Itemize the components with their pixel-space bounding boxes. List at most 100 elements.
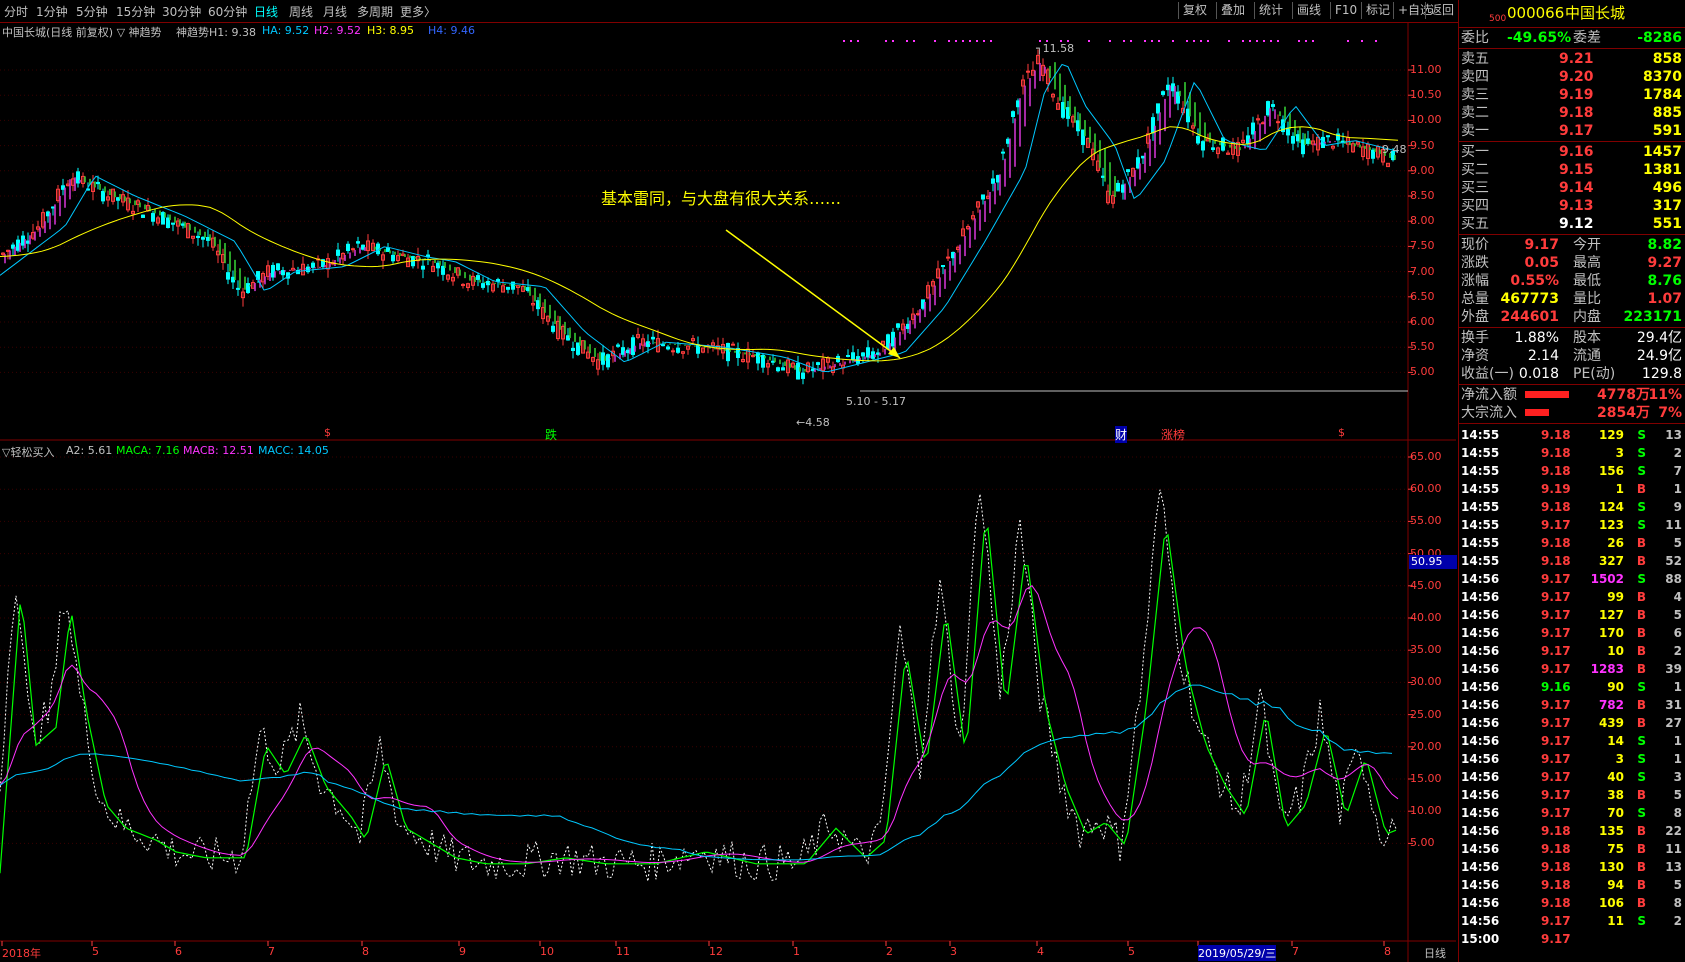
tick-row: 14:56 9.18 130 B 13 — [1459, 858, 1685, 876]
marker-fall[interactable]: 跌 — [545, 426, 557, 443]
tick-time: 14:56 — [1461, 626, 1500, 640]
legend-maca: MACA: 7.16 — [116, 444, 180, 457]
tick-volume: 123 — [1598, 518, 1624, 532]
tick-side: S — [1637, 500, 1646, 514]
stat-label-2: 量比 — [1573, 291, 1601, 307]
candle-body — [1126, 169, 1130, 173]
overlay-button[interactable]: 叠加 — [1216, 2, 1249, 19]
sell-level-label: 卖二 — [1461, 105, 1489, 121]
restore-rights-button[interactable]: 复权 — [1178, 2, 1211, 19]
period-tab-more[interactable]: 更多〉 — [400, 3, 436, 20]
period-label: 日线 — [1424, 947, 1446, 960]
sub-y-tick: 35.00 — [1410, 643, 1442, 657]
candle-body — [651, 336, 655, 340]
tick-row: 14:56 9.17 40 S 3 — [1459, 768, 1685, 786]
signal-dot — [1263, 40, 1265, 42]
candle-body — [756, 352, 760, 364]
signal-dot — [913, 40, 915, 42]
tick-price: 9.17 — [1541, 914, 1571, 928]
buy-level-label: 买四 — [1461, 198, 1489, 214]
divider — [1459, 423, 1685, 424]
sub-y-tick: 15.00 — [1410, 772, 1442, 785]
tick-volume: 99 — [1607, 590, 1624, 604]
tick-volume: 14 — [1607, 734, 1624, 748]
main-y-tick: 9.00 — [1410, 163, 1435, 177]
period-tab-60min[interactable]: 60分钟 — [208, 3, 247, 20]
buy-level-label: 买一 — [1461, 144, 1489, 160]
period-tab-timeshare[interactable]: 分时 — [4, 3, 28, 20]
marker-dollar-2[interactable]: $ — [1338, 426, 1345, 439]
draw-line-button[interactable]: 画线 — [1292, 2, 1325, 19]
tick-row: 14:55 9.18 3 S 2 — [1459, 444, 1685, 462]
candle-body — [726, 342, 730, 362]
buy-level-volume: 551 — [1652, 216, 1682, 232]
period-tab-monthly[interactable]: 月线 — [323, 3, 347, 20]
signal-dot — [857, 40, 859, 42]
period-tab-30min[interactable]: 30分钟 — [162, 3, 201, 20]
stat-value-2: 9.27 — [1647, 255, 1682, 271]
period-tab-1min[interactable]: 1分钟 — [36, 3, 68, 20]
tick-count: 52 — [1665, 554, 1682, 568]
signal-dot — [1249, 40, 1251, 42]
candle-body — [571, 347, 575, 352]
sell-level-price: 9.19 — [1559, 87, 1594, 103]
tick-volume: 40 — [1607, 770, 1624, 784]
back-button[interactable]: 返回 — [1425, 2, 1460, 19]
tick-side: B — [1636, 878, 1646, 892]
candle-body — [801, 372, 805, 379]
tick-count: 22 — [1665, 824, 1682, 838]
candle-body — [896, 323, 900, 328]
period-tab-daily[interactable]: 日线 — [254, 3, 278, 20]
candle-body — [671, 350, 675, 353]
buy-level-label: 买二 — [1461, 162, 1489, 178]
tick-price: 9.17 — [1541, 788, 1571, 802]
tick-side: S — [1637, 914, 1646, 928]
statistics-button[interactable]: 统计 — [1254, 2, 1287, 19]
buy-level-row: 买三 9.14 496 — [1459, 179, 1685, 197]
tick-row: 14:55 9.18 124 S 9 — [1459, 498, 1685, 516]
quote-fin-row: 净资 2.14 流通 24.9亿 — [1459, 347, 1685, 365]
candle-body — [476, 275, 480, 280]
quote-stat-row: 涨跌 0.05 最高 9.27 — [1459, 254, 1685, 272]
signal-dot — [955, 40, 957, 42]
tick-count: 6 — [1673, 626, 1682, 640]
signal-dot — [1200, 40, 1202, 42]
candle-body — [731, 343, 735, 346]
range-label: 5.10 - 5.17 — [846, 395, 906, 408]
f10-button[interactable]: F10 — [1330, 2, 1361, 19]
candle-body — [661, 344, 665, 347]
period-tab-weekly[interactable]: 周线 — [289, 3, 313, 20]
candle-body — [351, 248, 355, 251]
tick-side: B — [1636, 536, 1646, 550]
main-legend-title: 中国长城(日线 前复权) ▽ 神趋势 — [2, 26, 162, 39]
signal-dot — [962, 40, 964, 42]
order-diff-label: 委差 — [1573, 30, 1601, 46]
quote-stat-row: 外盘 244601 内盘 223171 — [1459, 308, 1685, 326]
main-y-tick: 11.00 — [1410, 63, 1442, 76]
mark-button[interactable]: 标记 — [1361, 2, 1394, 19]
chart-area[interactable]: 中国长城(日线 前复权) ▽ 神趋势 神趋势H1: 9.38 HA: 9.52 … — [0, 22, 1457, 962]
marker-finance[interactable]: 财 — [1115, 426, 1128, 443]
tick-row: 14:56 9.17 70 S 8 — [1459, 804, 1685, 822]
tick-time: 14:56 — [1461, 914, 1500, 928]
marker-rise-list[interactable]: 涨榜 — [1161, 426, 1185, 443]
candle-body — [101, 191, 105, 202]
sell-level-row: 卖五 9.21 858 — [1459, 50, 1685, 68]
marker-dollar-1[interactable]: $ — [324, 426, 331, 439]
signal-dot — [990, 40, 992, 42]
period-tab-5min[interactable]: 5分钟 — [76, 3, 108, 20]
tick-side: B — [1636, 788, 1646, 802]
sell-level-label: 卖五 — [1461, 51, 1489, 67]
tick-time: 14:56 — [1461, 644, 1500, 658]
tick-row: 14:56 9.17 782 B 31 — [1459, 696, 1685, 714]
tick-count: 1 — [1673, 482, 1682, 496]
kline-chart-canvas[interactable] — [0, 22, 1456, 962]
candle-body — [1211, 147, 1215, 150]
candle-body — [816, 362, 820, 365]
period-tab-multi[interactable]: 多周期 — [357, 3, 393, 20]
tick-side: S — [1637, 680, 1646, 694]
period-tab-15min[interactable]: 15分钟 — [116, 3, 155, 20]
stock-name: 中国长城 — [1565, 4, 1626, 22]
tick-price: 9.17 — [1541, 734, 1571, 748]
tick-row: 14:55 9.18 129 S 13 — [1459, 426, 1685, 444]
